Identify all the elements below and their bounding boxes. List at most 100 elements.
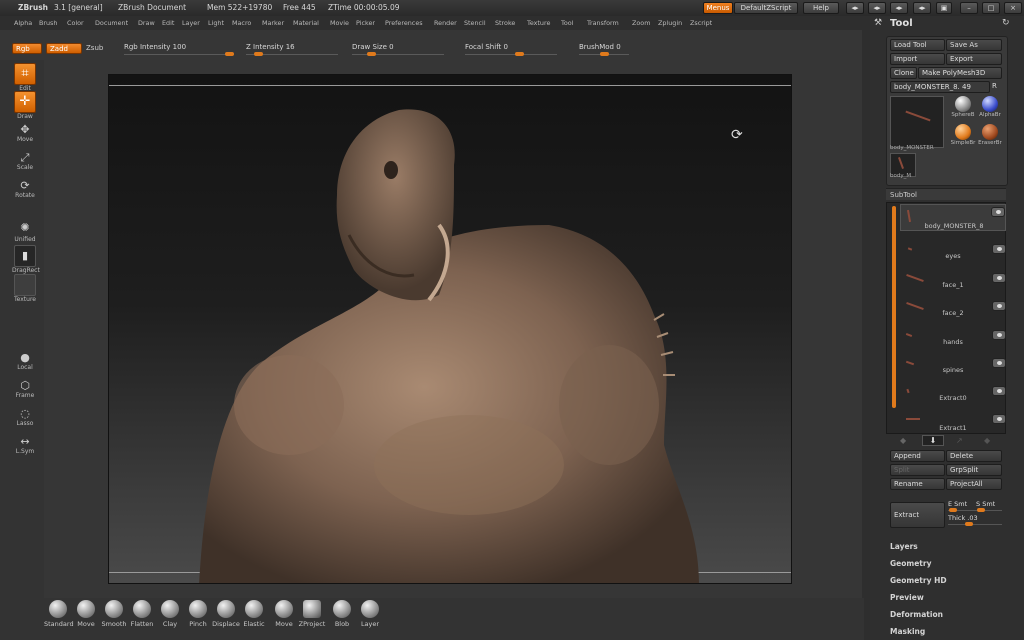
section-geometry[interactable]: Geometry bbox=[890, 559, 931, 568]
nav-arrows-icon-2[interactable]: ◂▸ bbox=[868, 2, 886, 14]
r-button[interactable]: R bbox=[992, 82, 997, 90]
slider-knob[interactable] bbox=[367, 52, 376, 56]
clone-button[interactable]: Clone bbox=[890, 67, 917, 79]
brush-clay[interactable]: Clay bbox=[156, 600, 184, 628]
default-zscript-button[interactable]: DefaultZScript bbox=[734, 2, 798, 14]
brush-blob[interactable]: Blob bbox=[328, 600, 356, 628]
menu-movie[interactable]: Movie bbox=[330, 17, 349, 29]
brush-smooth[interactable]: Smooth bbox=[100, 600, 128, 628]
menu-zscript[interactable]: Zscript bbox=[690, 17, 712, 29]
brush-displace[interactable]: Displace bbox=[212, 600, 240, 628]
nav-arrows-icon-3[interactable]: ◂▸ bbox=[890, 2, 908, 14]
document-canvas[interactable]: ⟳ bbox=[108, 74, 792, 584]
arrow-down-icon[interactable]: ⬇ bbox=[922, 435, 944, 446]
right-collapse-strip[interactable] bbox=[862, 16, 870, 640]
rename-button[interactable]: Rename bbox=[890, 478, 945, 490]
dragrect-button[interactable]: ▮ DragRect bbox=[12, 245, 40, 274]
close-icon[interactable]: × bbox=[1004, 2, 1022, 14]
extract-button[interactable]: Extract bbox=[890, 502, 945, 528]
menus-button[interactable]: Menus bbox=[703, 2, 733, 14]
subtool-scrollbar[interactable] bbox=[892, 206, 896, 408]
unified-button[interactable]: ✺ Unified bbox=[12, 218, 38, 243]
menu-stroke[interactable]: Stroke bbox=[495, 17, 515, 29]
menu-render[interactable]: Render bbox=[434, 17, 457, 29]
menu-stencil[interactable]: Stencil bbox=[464, 17, 486, 29]
subtool-item[interactable]: spines bbox=[900, 356, 1006, 383]
subtool-item[interactable]: eyes bbox=[900, 242, 1006, 269]
rgb-toggle[interactable]: Rgb bbox=[12, 43, 42, 54]
menu-macro[interactable]: Macro bbox=[232, 17, 251, 29]
menu-picker[interactable]: Picker bbox=[356, 17, 375, 29]
menu-layer[interactable]: Layer bbox=[182, 17, 200, 29]
e-smt-slider[interactable]: E Smt bbox=[948, 500, 967, 508]
draw-button[interactable]: ✛ Draw bbox=[12, 91, 38, 120]
nav-arrows-icon[interactable]: ◂▸ bbox=[846, 2, 864, 14]
grpsplit-button[interactable]: GrpSplit bbox=[946, 464, 1002, 476]
frame-button[interactable]: ⬡ Frame bbox=[12, 376, 38, 399]
menu-edit[interactable]: Edit bbox=[162, 17, 174, 29]
projectall-button[interactable]: ProjectAll bbox=[946, 478, 1002, 490]
split-button[interactable]: Split bbox=[890, 464, 945, 476]
append-button[interactable]: Append bbox=[890, 450, 945, 462]
menu-marker[interactable]: Marker bbox=[262, 17, 284, 29]
subtool-header[interactable]: SubTool bbox=[886, 188, 1006, 200]
subtool-item[interactable]: face_1 bbox=[900, 271, 1006, 298]
s-smt-slider[interactable]: S Smt bbox=[976, 500, 995, 508]
tool-sphereb[interactable]: SphereB bbox=[950, 96, 976, 118]
thick-knob[interactable] bbox=[965, 522, 973, 526]
brush-standard[interactable]: Standard bbox=[44, 600, 74, 628]
s-smt-knob[interactable] bbox=[977, 508, 985, 512]
brush-move-2[interactable]: Move bbox=[270, 600, 298, 628]
section-layers[interactable]: Layers bbox=[890, 542, 918, 551]
lock-icon[interactable]: ▣ bbox=[936, 2, 952, 14]
menu-draw[interactable]: Draw bbox=[138, 17, 155, 29]
menu-texture[interactable]: Texture bbox=[527, 17, 550, 29]
move-down-icon[interactable]: ↗ bbox=[956, 436, 963, 445]
rgb-intensity-slider[interactable]: Rgb Intensity 100 bbox=[124, 43, 234, 56]
local-button[interactable]: ● Local bbox=[12, 348, 38, 371]
subtool-item[interactable]: body_MONSTER_8 bbox=[900, 204, 1006, 231]
eye-icon[interactable] bbox=[992, 414, 1006, 424]
slider-knob[interactable] bbox=[515, 52, 524, 56]
left-collapse-strip[interactable] bbox=[0, 300, 8, 340]
zadd-toggle[interactable]: Zadd bbox=[46, 43, 82, 54]
subtool-item[interactable]: Extract0 bbox=[900, 384, 1006, 411]
lasso-button[interactable]: ◌ Lasso bbox=[12, 404, 38, 427]
tool-eraserbr[interactable]: EraserBr bbox=[976, 124, 1004, 146]
menu-zplugin[interactable]: Zplugin bbox=[658, 17, 682, 29]
e-smt-knob[interactable] bbox=[949, 508, 957, 512]
menu-color[interactable]: Color bbox=[67, 17, 84, 29]
subtool-item[interactable]: hands bbox=[900, 328, 1006, 355]
slider-knob[interactable] bbox=[254, 52, 263, 56]
arrow-right-icon[interactable]: ◆ bbox=[984, 436, 990, 445]
brush-elastic[interactable]: Elastic bbox=[240, 600, 268, 628]
load-tool-button[interactable]: Load Tool bbox=[890, 39, 945, 51]
edit-button[interactable]: ⌗ Edit bbox=[12, 63, 38, 92]
maximize-icon[interactable]: □ bbox=[982, 2, 1000, 14]
section-masking[interactable]: Masking bbox=[890, 627, 925, 636]
current-tool-slider[interactable]: body_MONSTER_8. 49 bbox=[890, 81, 990, 93]
menu-light[interactable]: Light bbox=[208, 17, 224, 29]
subtool-item[interactable]: Extract1 bbox=[900, 412, 1006, 434]
menu-alpha[interactable]: Alpha bbox=[14, 17, 32, 29]
nav-arrows-icon-4[interactable]: ◂▸ bbox=[913, 2, 931, 14]
thick-slider[interactable]: Thick .03 bbox=[948, 514, 978, 522]
brush-layer[interactable]: Layer bbox=[356, 600, 384, 628]
make-polymesh-button[interactable]: Make PolyMesh3D bbox=[918, 67, 1002, 79]
tool-simplebr[interactable]: SimpleBr bbox=[950, 124, 976, 146]
section-geometry-hd[interactable]: Geometry HD bbox=[890, 576, 947, 585]
section-preview[interactable]: Preview bbox=[890, 593, 924, 602]
eye-icon[interactable] bbox=[991, 207, 1005, 217]
import-button[interactable]: Import bbox=[890, 53, 945, 65]
menu-transform[interactable]: Transform bbox=[587, 17, 619, 29]
slider-knob[interactable] bbox=[225, 52, 234, 56]
brushmod-slider[interactable]: BrushMod 0 bbox=[579, 43, 629, 56]
draw-size-slider[interactable]: Draw Size 0 bbox=[352, 43, 444, 56]
subtool-item[interactable]: face_2 bbox=[900, 299, 1006, 326]
brush-move[interactable]: Move bbox=[72, 600, 100, 628]
menu-preferences[interactable]: Preferences bbox=[385, 17, 423, 29]
brush-flatten[interactable]: Flatten bbox=[128, 600, 156, 628]
lsym-button[interactable]: ↔ L.Sym bbox=[12, 432, 38, 455]
move-up-icon[interactable]: ◆ bbox=[900, 436, 906, 445]
brush-zproject[interactable]: ZProject bbox=[298, 600, 326, 628]
